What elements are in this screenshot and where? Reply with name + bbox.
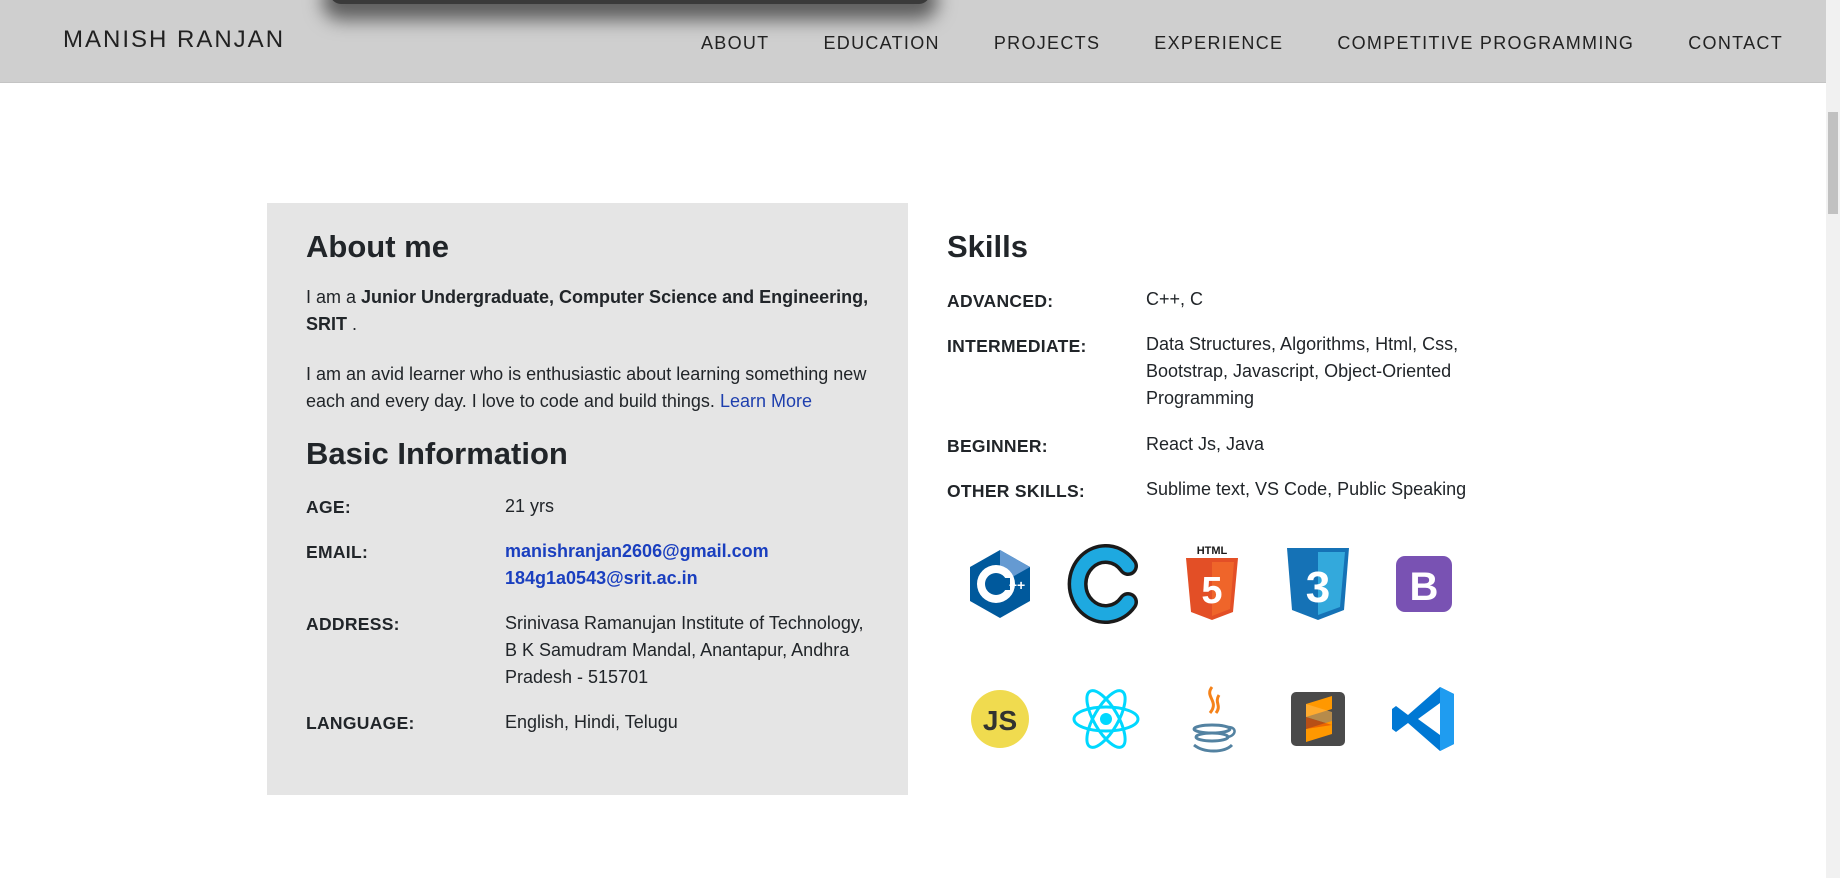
about-intro-bold: Junior Undergraduate, Computer Science a…: [306, 287, 869, 334]
basic-info-title: Basic Information: [306, 436, 568, 471]
nav-link-education[interactable]: EDUCATION: [823, 33, 939, 54]
email-label: EMAIL:: [306, 542, 369, 562]
about-title: About me: [306, 229, 449, 264]
bootstrap-letter: B: [1410, 565, 1439, 609]
cpp-logo-icon: ++: [970, 550, 1030, 618]
vscode-logo-icon: [1392, 687, 1454, 751]
bootstrap-logo-icon: B: [1396, 556, 1452, 612]
about-bio: I am an avid learner who is enthusiastic…: [306, 361, 876, 415]
nav-link-competitive-programming[interactable]: COMPETITIVE PROGRAMMING: [1337, 33, 1634, 54]
address-label: ADDRESS:: [306, 614, 400, 634]
nav-link-projects[interactable]: PROJECTS: [994, 33, 1100, 54]
js-letters: JS: [983, 705, 1017, 736]
intermediate-label: INTERMEDIATE:: [947, 336, 1087, 356]
about-intro-prefix: I am a: [306, 287, 362, 307]
scrollbar-thumb[interactable]: [1828, 112, 1838, 214]
react-logo-icon: [1072, 689, 1140, 749]
age-value: 21 yrs: [505, 496, 555, 516]
svg-text:++: ++: [1009, 577, 1025, 593]
language-label: LANGUAGE:: [306, 713, 415, 733]
html5-number: 5: [1201, 570, 1222, 612]
advanced-value: C++, C: [1146, 289, 1204, 309]
html-caption: HTML: [1197, 545, 1228, 557]
about-intro: I am a Junior Undergraduate, Computer Sc…: [306, 284, 876, 338]
email-link-gmail[interactable]: manishranjan2606@gmail.com: [505, 538, 769, 565]
html5-logo-icon: HTML 5: [1186, 545, 1238, 620]
c-logo-icon: [1067, 544, 1138, 624]
beginner-value: React Js, Java: [1146, 434, 1265, 454]
sublime-text-logo-icon: [1291, 692, 1345, 746]
brand-logo[interactable]: MANISH RANJAN: [63, 26, 285, 54]
email-values: manishranjan2606@gmail.com 184g1a0543@sr…: [505, 538, 769, 592]
other-skills-value: Sublime text, VS Code, Public Speaking: [1146, 479, 1467, 499]
skills-title: Skills: [947, 229, 1028, 264]
intermediate-value: Data Structures, Algorithms, Html, Css, …: [1146, 334, 1459, 408]
other-skills-label: OTHER SKILLS:: [947, 481, 1086, 501]
about-intro-suffix: .: [347, 314, 358, 334]
nav-link-contact[interactable]: CONTACT: [1688, 33, 1783, 54]
learn-more-link[interactable]: Learn More: [720, 391, 812, 411]
javascript-logo-icon: JS: [971, 690, 1029, 748]
address-value: Srinivasa Ramanujan Institute of Technol…: [505, 613, 864, 687]
language-value: English, Hindi, Telugu: [505, 712, 678, 732]
java-logo-icon: [1192, 686, 1236, 753]
navbar: MANISH RANJAN ABOUT EDUCATION PROJECTS E…: [0, 0, 1826, 83]
advanced-label: ADVANCED:: [947, 291, 1054, 311]
css3-number: 3: [1306, 563, 1330, 612]
css3-logo-icon: 3: [1287, 548, 1349, 620]
nav-link-experience[interactable]: EXPERIENCE: [1154, 33, 1283, 54]
age-label: AGE:: [306, 497, 351, 517]
about-panel: About me I am a Junior Undergraduate, Co…: [267, 203, 908, 795]
email-link-srit[interactable]: 184g1a0543@srit.ac.in: [505, 565, 769, 592]
nav-links: ABOUT EDUCATION PROJECTS EXPERIENCE COMP…: [701, 33, 1826, 54]
scrollbar[interactable]: [1826, 0, 1840, 878]
beginner-label: BEGINNER:: [947, 436, 1048, 456]
nav-link-about[interactable]: ABOUT: [701, 33, 770, 54]
floating-overlay-shadow: [330, 0, 930, 4]
